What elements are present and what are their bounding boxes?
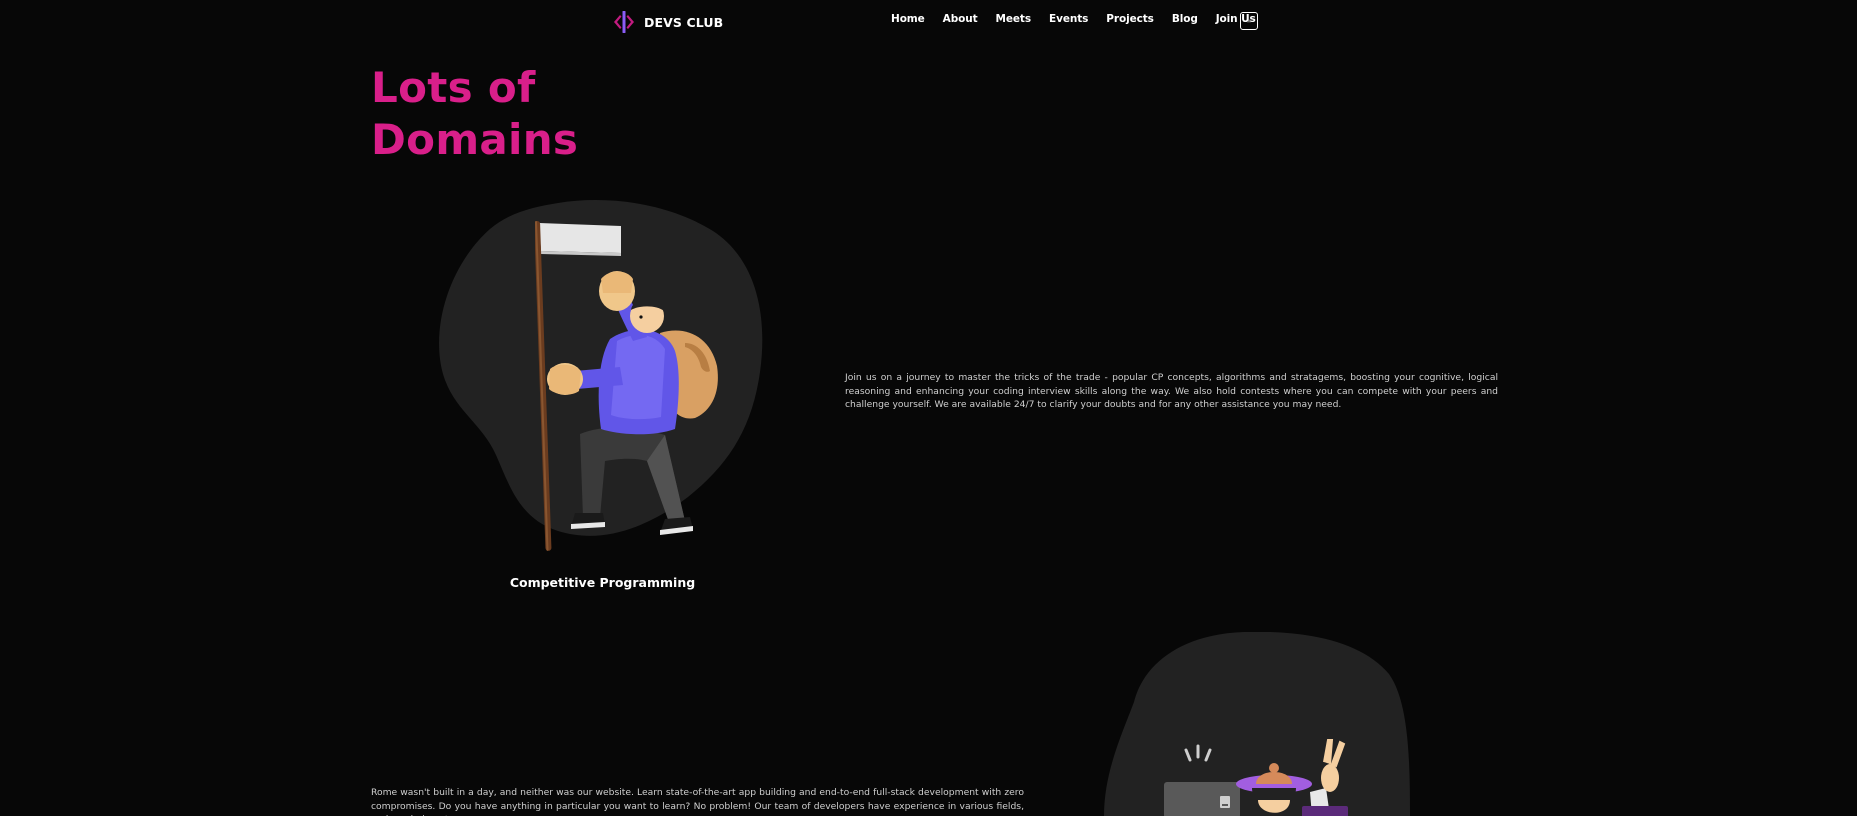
nav-link-projects[interactable]: Projects	[1106, 13, 1154, 25]
theme-toggle-button[interactable]	[1240, 12, 1258, 30]
navbar: DEVS CLUB Home About Meets Events Projec…	[0, 0, 1857, 42]
nav-link-home[interactable]: Home	[891, 13, 925, 25]
nav-link-events[interactable]: Events	[1049, 13, 1088, 25]
sun-icon	[1247, 19, 1251, 23]
page-heading-line-1: Lots of	[371, 63, 536, 112]
devs-club-logo-icon	[614, 11, 634, 33]
flag-hiker-icon	[535, 221, 718, 551]
page: DEVS CLUB Home About Meets Events Projec…	[0, 0, 1857, 816]
page-heading: Lots of Domains	[371, 62, 578, 166]
page-heading-line-2: Domains	[371, 115, 579, 164]
developer-at-desk-icon	[1164, 739, 1348, 816]
domain-description: Rome wasn't built in a day, and neither …	[371, 787, 1024, 816]
nav-link-meets[interactable]: Meets	[996, 13, 1032, 25]
domain-description: Join us on a journey to master the trick…	[845, 372, 1498, 410]
nav-link-about[interactable]: About	[943, 13, 978, 25]
domain-title: Competitive Programming	[509, 575, 696, 590]
nav-link-blog[interactable]: Blog	[1172, 13, 1198, 25]
brand-link[interactable]: DEVS CLUB	[611, 10, 723, 34]
nav-links: Home About Meets Events Projects Blog Jo…	[891, 13, 1274, 25]
brand-name: DEVS CLUB	[644, 14, 724, 30]
